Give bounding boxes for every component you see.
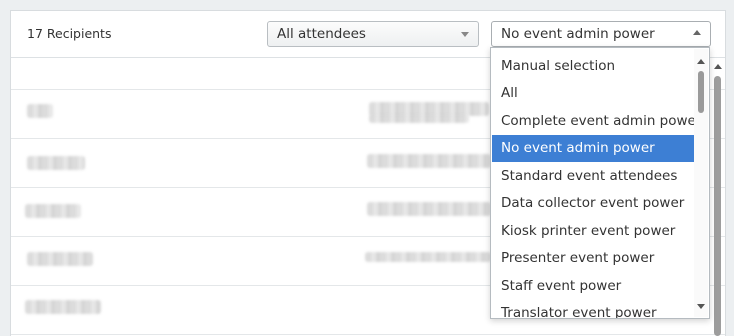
power-filter-value: No event admin power [501,26,655,42]
dropdown-option-translator-event-power[interactable]: Translator event power [492,300,694,318]
dropdown-option-staff-event-power[interactable]: Staff event power [492,273,694,300]
redacted-name [27,252,93,266]
scrollbar-thumb[interactable] [698,71,704,113]
power-dropdown-list[interactable]: Manual selection All Complete event admi… [490,47,710,319]
scrollbar-thumb[interactable] [714,76,721,336]
dropdown-option-data-collector-event-power[interactable]: Data collector event power [492,190,694,217]
dropdown-option-standard-event-attendees[interactable]: Standard event attendees [492,163,694,190]
scroll-down-icon[interactable] [697,304,705,309]
attendees-filter-select[interactable]: All attendees [267,21,479,47]
page-scrollbar[interactable] [712,58,724,336]
dropdown-option-all[interactable]: All [492,80,694,107]
redacted-name [25,204,81,218]
dropdown-scrollbar[interactable] [694,49,708,317]
power-filter-select[interactable]: No event admin power [491,21,711,47]
dropdown-option-complete-event-admin-power[interactable]: Complete event admin power [492,108,701,135]
scroll-up-icon[interactable] [697,59,705,64]
dropdown-option-kiosk-printer-event-power[interactable]: Kiosk printer event power [492,218,694,245]
redacted-email [369,114,469,123]
scroll-up-icon[interactable] [714,64,722,69]
dropdown-option-manual-selection[interactable]: Manual selection [492,53,694,80]
redacted-name [27,104,53,118]
chevron-down-icon [461,32,469,37]
recipients-count: 17 Recipients [27,26,112,41]
dropdown-option-presenter-event-power[interactable]: Presenter event power [492,245,694,272]
dropdown-option-no-event-admin-power[interactable]: No event admin power [492,135,694,162]
redacted-email [365,252,491,262]
redacted-email [367,202,491,216]
redacted-email [367,154,491,168]
redacted-name [27,156,85,170]
chevron-up-icon [693,30,701,35]
redacted-name [25,300,101,314]
attendees-filter-value: All attendees [277,26,366,42]
